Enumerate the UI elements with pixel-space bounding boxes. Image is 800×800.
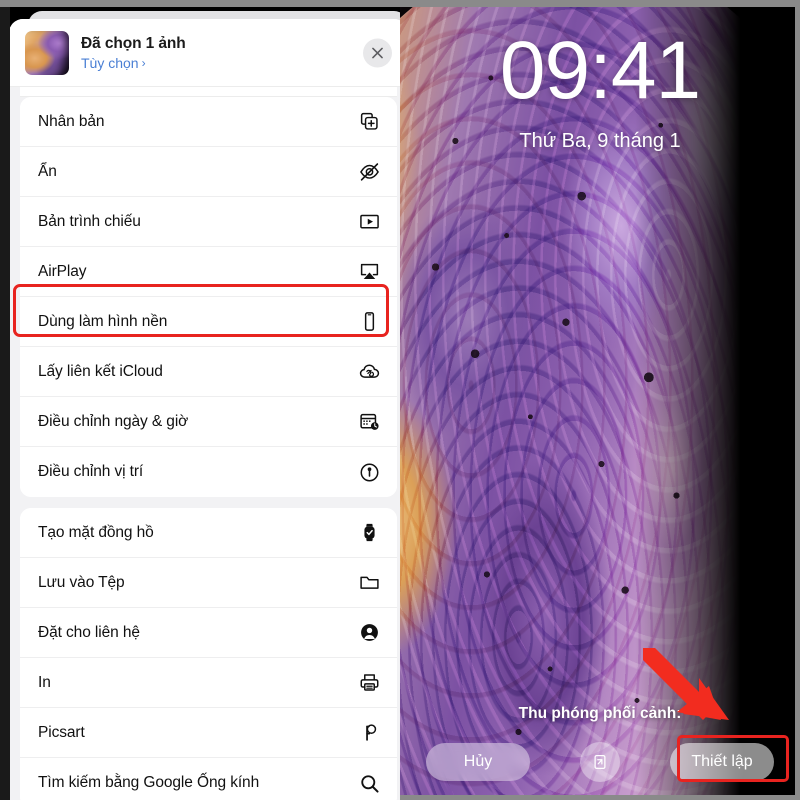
watch-face-icon xyxy=(357,521,381,545)
page-title: Đã chọn 1 ảnh xyxy=(81,34,186,52)
printer-icon xyxy=(357,671,381,695)
slideshow-icon xyxy=(357,210,381,234)
icloud-link-icon xyxy=(357,360,381,384)
top-gray-strip-right xyxy=(400,0,800,7)
options-link-label: Tùy chọn xyxy=(81,54,139,71)
action-group: Tạo mặt đồng hồ Lưu vào Tệp Đặt cho liên h… xyxy=(20,508,397,800)
action-group: Nhân bản Ẩn Bản trình chiếu AirPlay Dùng làm… xyxy=(20,97,397,497)
action-row[interactable]: Tìm kiếm bằng Google Ống kính xyxy=(20,758,397,800)
screenshot-root: Đã chọn 1 ảnh Tùy chọn › Nhân bản Ẩn Bản t… xyxy=(0,0,800,800)
chevron-right-icon: › xyxy=(141,55,146,70)
action-row[interactable]: AirPlay xyxy=(20,247,397,297)
action-row[interactable]: Picsart xyxy=(20,708,397,758)
lock-screen-date: Thứ Ba, 9 tháng 1 xyxy=(519,130,681,152)
lock-screen-time: 09:41 xyxy=(499,25,701,116)
action-row-label: AirPlay xyxy=(38,262,87,280)
action-row[interactable]: Lấy liên kết iCloud xyxy=(20,347,397,397)
wallpaper-phone-icon xyxy=(357,310,381,334)
action-row[interactable]: Dùng làm hình nền xyxy=(20,297,397,347)
hide-eye-icon xyxy=(357,160,381,184)
share-sheet-header-text: Đã chọn 1 ảnh Tùy chọn › xyxy=(81,35,186,71)
action-row[interactable]: Điều chỉnh ngày & giờ xyxy=(20,397,397,447)
action-row[interactable]: Nhân bản xyxy=(20,97,397,147)
contact-icon xyxy=(357,621,381,645)
action-list[interactable]: Nhân bản Ẩn Bản trình chiếu AirPlay Dùng làm… xyxy=(9,87,400,800)
perspective-zoom-label: Thu phóng phối cảnh: xyxy=(518,705,682,722)
right-panel-wallpaper-preview: 09:41 Thứ Ba, 9 tháng 1 Thu phóng phối c… xyxy=(400,0,800,800)
close-icon xyxy=(372,47,383,58)
top-gray-strip-left xyxy=(0,0,400,7)
action-row-label: Điều chỉnh ngày & giờ xyxy=(38,412,189,430)
action-row[interactable]: Ẩn xyxy=(20,147,397,197)
action-row[interactable]: Tạo mặt đồng hồ xyxy=(20,508,397,558)
share-sheet-panel: Đã chọn 1 ảnh Tùy chọn › Nhân bản Ẩn Bản t… xyxy=(9,19,400,800)
duplicate-icon xyxy=(357,110,381,134)
options-link[interactable]: Tùy chọn › xyxy=(81,55,186,71)
perspective-zoom-icon xyxy=(594,754,606,770)
airplay-icon xyxy=(357,260,381,284)
action-row-label: Đặt cho liên hệ xyxy=(38,623,140,641)
location-icon xyxy=(357,460,381,484)
action-row[interactable]: Lưu vào Tệp xyxy=(20,558,397,608)
action-row-label: Dùng làm hình nền xyxy=(38,312,168,330)
close-button[interactable] xyxy=(363,38,392,67)
left-panel-share-sheet: Đã chọn 1 ảnh Tùy chọn › Nhân bản Ẩn Bản t… xyxy=(0,0,400,800)
action-row[interactable]: In xyxy=(20,658,397,708)
action-row-label: Picsart xyxy=(38,723,85,741)
action-row-label: Lấy liên kết iCloud xyxy=(38,362,163,380)
red-arrow-icon xyxy=(643,648,729,721)
action-row[interactable]: Đặt cho liên hệ xyxy=(20,608,397,658)
picsart-icon xyxy=(357,721,381,745)
action-row-label: Tìm kiếm bằng Google Ống kính xyxy=(38,774,260,791)
photo-thumbnail[interactable] xyxy=(25,30,69,75)
action-row-label: Nhân bản xyxy=(38,112,105,130)
set-button[interactable]: Thiết lập xyxy=(670,743,774,781)
cancel-button[interactable]: Hủy xyxy=(426,743,530,781)
action-row-label: Ẩn xyxy=(38,162,57,180)
action-row-label: Bản trình chiếu xyxy=(38,212,141,230)
share-sheet-header: Đã chọn 1 ảnh Tùy chọn › xyxy=(9,19,400,87)
partial-row-above xyxy=(20,87,397,97)
folder-icon xyxy=(357,571,381,595)
action-row-label: Điều chỉnh vị trí xyxy=(38,463,144,480)
right-gray-edge xyxy=(795,0,800,800)
action-row[interactable]: Bản trình chiếu xyxy=(20,197,397,247)
perspective-zoom-toggle[interactable] xyxy=(580,742,620,782)
action-row-label: Lưu vào Tệp xyxy=(38,573,125,591)
left-dark-edge xyxy=(0,7,10,800)
action-row-label: In xyxy=(38,673,51,691)
search-icon xyxy=(357,771,381,795)
date-time-icon xyxy=(357,410,381,434)
bottom-gray-strip-right xyxy=(400,795,800,800)
wallpaper-action-bar: Hủy Thiết lập xyxy=(400,738,800,786)
action-row[interactable]: Điều chỉnh vị trí xyxy=(20,447,397,497)
action-row-label: Tạo mặt đồng hồ xyxy=(38,523,154,541)
